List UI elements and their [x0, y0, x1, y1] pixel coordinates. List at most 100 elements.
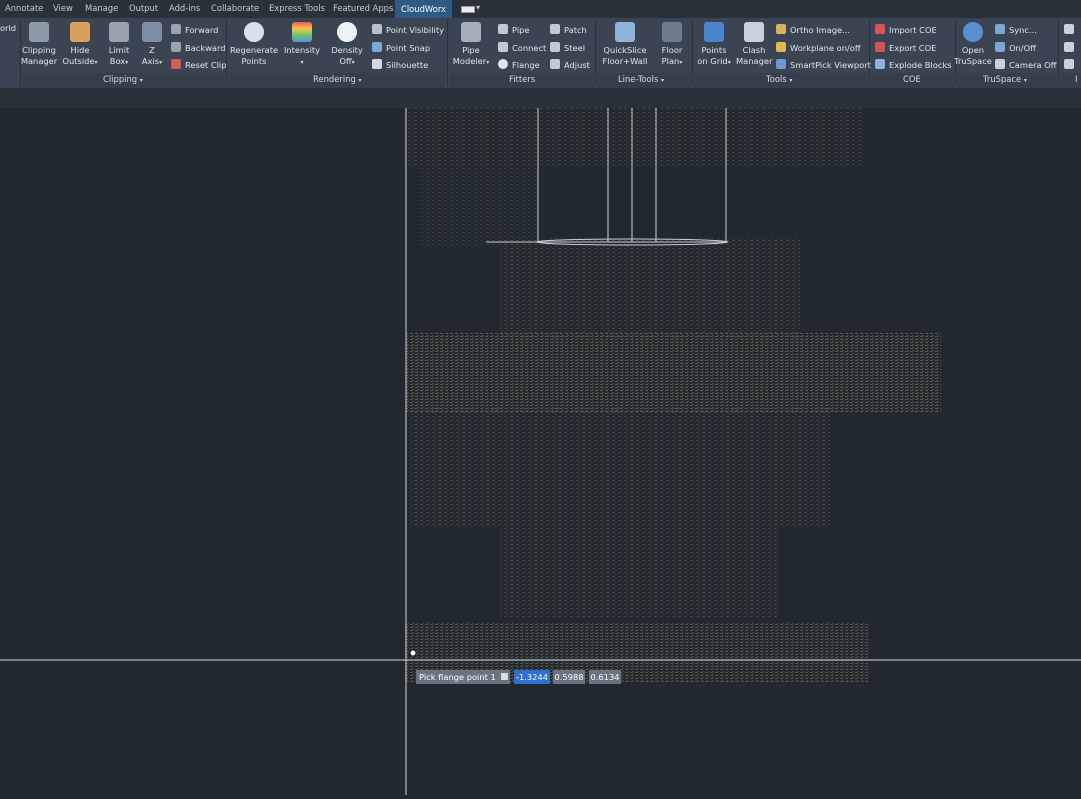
clash-manager-button[interactable]: Clash Manager [736, 22, 772, 67]
flange-button[interactable]: Flange [498, 59, 540, 70]
tab-overflow-chevron-icon[interactable]: ▾ [476, 3, 480, 12]
panel-separator [1058, 20, 1059, 86]
intensity-icon [292, 22, 312, 42]
cut-panel-button-2[interactable] [1064, 42, 1078, 53]
tab-add-ins[interactable]: Add-ins [169, 3, 200, 13]
workplane-icon [776, 42, 786, 52]
patch-button[interactable]: Patch [550, 24, 587, 35]
hide-outside-button[interactable]: Hide Outside▾ [62, 22, 98, 68]
ortho-image-button[interactable]: Ortho Image... [776, 24, 850, 35]
line-tools-panel-title[interactable]: Line-Tools ▾ [618, 74, 664, 84]
clipping-panel-title[interactable]: Clipping ▾ [103, 74, 143, 84]
backward-button[interactable]: Backward [171, 42, 226, 53]
cut-panel-icon [1064, 59, 1074, 69]
world-label[interactable]: orld [0, 23, 16, 33]
forward-icon [171, 24, 181, 34]
clipping-manager-button[interactable]: Clipping Manager [20, 22, 58, 67]
quickslice-button[interactable]: QuickSlice Floor+Wall [600, 22, 650, 67]
regenerate-points-icon [244, 22, 264, 42]
tab-manage[interactable]: Manage [85, 3, 118, 13]
camera-off-button[interactable]: Camera Off [995, 59, 1056, 70]
truspace-toggle-icon [995, 42, 1005, 52]
panel-separator [595, 20, 596, 86]
steel-icon [550, 42, 560, 52]
open-truspace-button[interactable]: Open TruSpace [954, 22, 992, 67]
camera-off-icon [995, 59, 1005, 69]
limit-box-button[interactable]: Limit Box▾ [102, 22, 136, 68]
cut-panel-icon [1064, 42, 1074, 52]
drawing-viewport[interactable] [0, 108, 1081, 795]
density-icon [337, 22, 357, 42]
explode-blocks-icon [875, 59, 885, 69]
cut-panel-button-3[interactable] [1064, 59, 1078, 70]
import-coe-icon [875, 24, 885, 34]
reset-clip-button[interactable]: Reset Clip [171, 59, 226, 70]
forward-button[interactable]: Forward [171, 24, 218, 35]
dynamic-input-prompt: Pick flange point 1 [416, 670, 510, 684]
coe-panel-title: COE [903, 74, 921, 84]
connect-icon [498, 42, 508, 52]
explode-blocks-button[interactable]: Explode Blocks [875, 59, 952, 70]
coordinate-x-input[interactable]: -1.3244 [514, 670, 550, 684]
tab-annotate[interactable]: Annotate [5, 3, 43, 13]
file-tab-strip [0, 88, 1081, 108]
truspace-panel-title[interactable]: TruSpace ▾ [983, 74, 1027, 84]
clash-manager-icon [744, 22, 764, 42]
reset-clip-icon [171, 59, 181, 69]
point-snap-button[interactable]: Point Snap [372, 42, 430, 53]
connect-button[interactable]: Connect [498, 42, 546, 53]
tools-panel-title[interactable]: Tools ▾ [766, 74, 792, 84]
tab-cloudworx[interactable]: CloudWorx [395, 0, 453, 18]
floor-plan-icon [662, 22, 682, 42]
density-off-button[interactable]: Density Off▾ [328, 22, 366, 68]
rendering-panel-title[interactable]: Rendering ▾ [313, 74, 361, 84]
patch-icon [550, 24, 560, 34]
quickslice-icon [615, 22, 635, 42]
tab-view[interactable]: View [53, 3, 73, 13]
steel-button[interactable]: Steel [550, 42, 585, 53]
point-cloud [404, 108, 941, 683]
osnap-marker-icon [409, 649, 417, 657]
flange-icon [498, 59, 508, 69]
workspace-swatch-icon[interactable] [461, 6, 475, 13]
ortho-image-icon [776, 24, 786, 34]
cut-panel-icon [1064, 24, 1074, 34]
truspace-onoff-button[interactable]: On/Off [995, 42, 1036, 53]
pipe-modeler-icon [461, 22, 481, 42]
cut-panel-button-1[interactable] [1064, 24, 1078, 35]
pipe-button[interactable]: Pipe [498, 24, 530, 35]
adjust-button[interactable]: Adjust [550, 59, 590, 70]
tab-collaborate[interactable]: Collaborate [211, 3, 259, 13]
tab-express-tools[interactable]: Express Tools [269, 3, 325, 13]
floor-plan-button[interactable]: Floor Plan▾ [656, 22, 688, 68]
point-visibility-icon [372, 24, 382, 34]
export-coe-button[interactable]: Export COE [875, 42, 936, 53]
silhouette-icon [372, 59, 382, 69]
dynamic-input-options-icon[interactable] [501, 673, 508, 680]
intensity-button[interactable]: Intensity ▾ [282, 22, 322, 68]
point-snap-icon [372, 42, 382, 52]
workplane-toggle-button[interactable]: Workplane on/off [776, 42, 861, 53]
silhouette-button[interactable]: Silhouette [372, 59, 428, 70]
cut-panel-title: I [1075, 74, 1078, 84]
coordinate-y-input[interactable]: 0.5988 [553, 670, 585, 684]
limit-box-icon [109, 22, 129, 42]
points-on-grid-button[interactable]: Points on Grid▾ [696, 22, 732, 68]
cut-panel-titlebar [1060, 73, 1081, 88]
sync-button[interactable]: Sync... [995, 24, 1037, 35]
panel-separator [226, 20, 227, 86]
export-coe-icon [875, 42, 885, 52]
pipe-modeler-button[interactable]: Pipe Modeler▾ [452, 22, 490, 68]
panel-separator [692, 20, 693, 86]
hide-outside-icon [70, 22, 90, 42]
smartpick-icon [776, 59, 786, 69]
coordinate-z-input[interactable]: 0.6134 [589, 670, 621, 684]
tab-output[interactable]: Output [129, 3, 158, 13]
import-coe-button[interactable]: Import COE [875, 24, 937, 35]
tab-featured-apps[interactable]: Featured Apps [333, 3, 393, 13]
point-visibility-button[interactable]: Point Visibility [372, 24, 444, 35]
backward-icon [171, 42, 181, 52]
z-axis-button[interactable]: Z Axis▾ [140, 22, 164, 68]
smartpick-viewport-button[interactable]: SmartPick Viewport [776, 59, 871, 70]
regenerate-points-button[interactable]: Regenerate Points [230, 22, 278, 67]
